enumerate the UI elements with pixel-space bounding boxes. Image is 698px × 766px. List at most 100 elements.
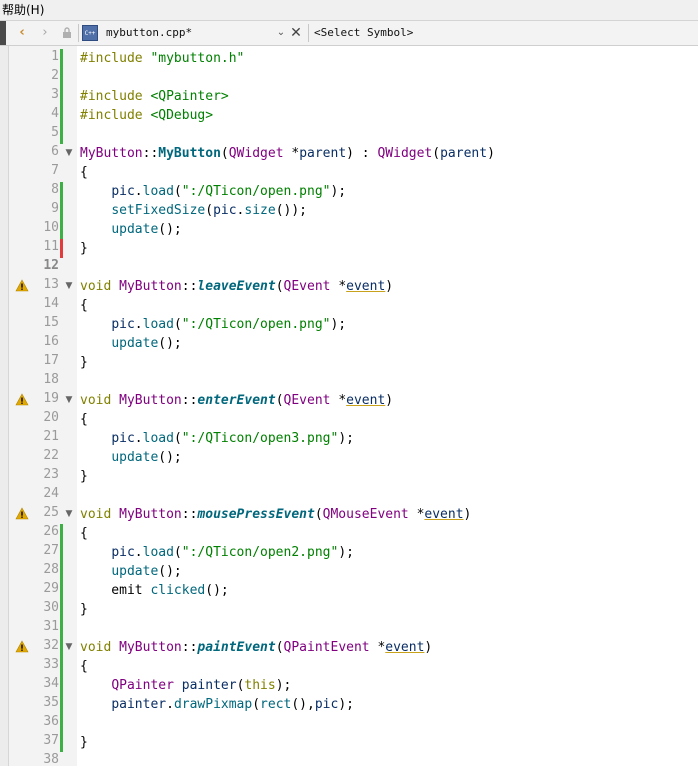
saved-change-marker [60, 600, 63, 619]
line-number: 32 [43, 638, 59, 653]
warning-icon[interactable] [15, 277, 29, 296]
fold-arrow-icon[interactable]: ▼ [64, 148, 74, 158]
select-symbol-combo[interactable]: <Select Symbol> [314, 21, 413, 45]
saved-change-marker [60, 657, 63, 676]
code-token: size [244, 203, 276, 218]
saved-change-marker [60, 543, 63, 562]
fold-arrow-icon[interactable]: ▼ [64, 395, 74, 405]
code-line[interactable]: } [80, 600, 88, 619]
saved-change-marker [60, 619, 63, 638]
code-token: void [80, 279, 120, 294]
code-line[interactable]: #include "mybutton.h" [80, 49, 244, 68]
code-token: load [142, 545, 174, 560]
menu-help[interactable]: 帮助(H) [2, 1, 44, 19]
code-line[interactable]: update(); [80, 562, 181, 581]
code-line[interactable]: void MyButton::leaveEvent(QEvent *event) [80, 277, 393, 296]
code-token: ); [338, 431, 354, 446]
code-line[interactable]: } [80, 467, 88, 486]
line-number: 15 [43, 315, 59, 330]
line-number: 23 [43, 467, 59, 482]
code-line[interactable]: { [80, 296, 88, 315]
code-line[interactable]: void MyButton::enterEvent(QEvent *event) [80, 391, 393, 410]
code-line[interactable]: #include <QPainter> [80, 87, 229, 106]
code-token: ); [330, 317, 347, 332]
fold-arrow-icon[interactable]: ▼ [64, 642, 74, 652]
code-line[interactable]: { [80, 657, 88, 676]
file-name-combo[interactable]: mybutton.cpp* [106, 21, 192, 45]
warning-icon[interactable] [15, 638, 29, 657]
lock-icon[interactable] [60, 21, 74, 45]
warning-icon[interactable] [15, 391, 29, 410]
menu-bar: 帮助(H) [0, 0, 698, 21]
saved-change-marker [60, 581, 63, 600]
code-token: } [80, 602, 88, 617]
code-line[interactable]: MyButton::MyButton(QWidget *parent) : QW… [80, 144, 495, 163]
code-line[interactable]: pic.load(":/QTicon/open2.png"); [80, 543, 354, 562]
code-token: * [330, 279, 347, 294]
code-line[interactable]: emit clicked(); [80, 581, 228, 600]
code-token: (); [158, 222, 182, 237]
saved-change-marker [60, 220, 63, 239]
fold-arrow-icon[interactable]: ▼ [64, 509, 74, 519]
back-arrow-icon[interactable]: ‹ [14, 21, 30, 45]
code-text-area[interactable]: #include "mybutton.h" #include <QPainter>… [77, 46, 698, 766]
code-line[interactable]: update(); [80, 334, 181, 353]
code-line[interactable]: void MyButton::mousePressEvent(QMouseEve… [80, 505, 471, 524]
code-token: drawPixmap [173, 697, 253, 712]
code-token: :: [181, 393, 198, 408]
code-token: rect [260, 697, 292, 712]
code-token: :: [181, 507, 198, 522]
line-number-gutter[interactable]: 1 2 3 4 5 6 ▼ 7 8 9 10 11 12 13 ▼ 14 15 16 17 18 19 ▼ 20 21 22 23… [9, 46, 77, 766]
code-line[interactable]: QPainter painter(this); [80, 676, 291, 695]
code-token: MyButton [158, 146, 221, 161]
code-line[interactable]: { [80, 410, 88, 429]
code-token: setFixedSize [111, 203, 206, 218]
line-number: 9 [51, 201, 59, 216]
code-line[interactable]: } [80, 733, 88, 752]
code-token: #include [80, 108, 151, 123]
warning-icon[interactable] [15, 505, 29, 524]
code-token: ( [252, 697, 261, 712]
code-token: ( [314, 507, 323, 522]
code-line[interactable]: { [80, 524, 88, 543]
line-number: 29 [43, 581, 59, 596]
code-line[interactable]: void MyButton::paintEvent(QPaintEvent *e… [80, 638, 432, 657]
code-line[interactable]: painter.drawPixmap(rect(),pic); [80, 695, 354, 714]
saved-change-marker [60, 49, 63, 68]
code-token: update [111, 336, 159, 351]
code-token: clicked [150, 583, 206, 598]
code-token: load [142, 431, 174, 446]
code-token: ":/QTicon/open.png" [181, 317, 331, 332]
code-editor[interactable]: 1 2 3 4 5 6 ▼ 7 8 9 10 11 12 13 ▼ 14 15 16 17 18 19 ▼ 20 21 22 23… [0, 46, 698, 766]
code-line[interactable]: setFixedSize(pic.size()); [80, 201, 307, 220]
code-line[interactable]: { [80, 163, 88, 182]
code-line[interactable]: pic.load(":/QTicon/open.png"); [80, 182, 346, 201]
code-token: emit [80, 583, 151, 598]
code-line[interactable]: update(); [80, 448, 181, 467]
line-number: 8 [51, 182, 59, 197]
code-line[interactable]: pic.load(":/QTicon/open3.png"); [80, 429, 354, 448]
line-number: 16 [43, 334, 59, 349]
code-line[interactable]: pic.load(":/QTicon/open.png"); [80, 315, 346, 334]
chevron-down-icon[interactable]: ⌄ [275, 21, 287, 45]
saved-change-marker [60, 733, 63, 752]
line-number: 13 [43, 277, 59, 292]
line-number: 1 [51, 49, 59, 64]
code-line[interactable]: } [80, 239, 88, 258]
code-token: . [166, 697, 174, 712]
code-line[interactable]: } [80, 353, 88, 372]
code-line[interactable]: #include <QDebug> [80, 106, 213, 125]
code-token: ); [275, 678, 292, 693]
code-token: * [369, 640, 386, 655]
code-line[interactable]: update(); [80, 220, 182, 239]
code-token: ":/QTicon/open.png" [181, 184, 331, 199]
code-token: ( [220, 146, 229, 161]
fold-arrow-icon[interactable]: ▼ [64, 281, 74, 291]
saved-change-marker [60, 182, 63, 201]
forward-arrow-icon[interactable]: › [37, 21, 53, 45]
close-icon[interactable]: ✕ [289, 21, 303, 45]
code-token: QMouseEvent [322, 507, 409, 522]
code-token: parent [299, 146, 347, 161]
